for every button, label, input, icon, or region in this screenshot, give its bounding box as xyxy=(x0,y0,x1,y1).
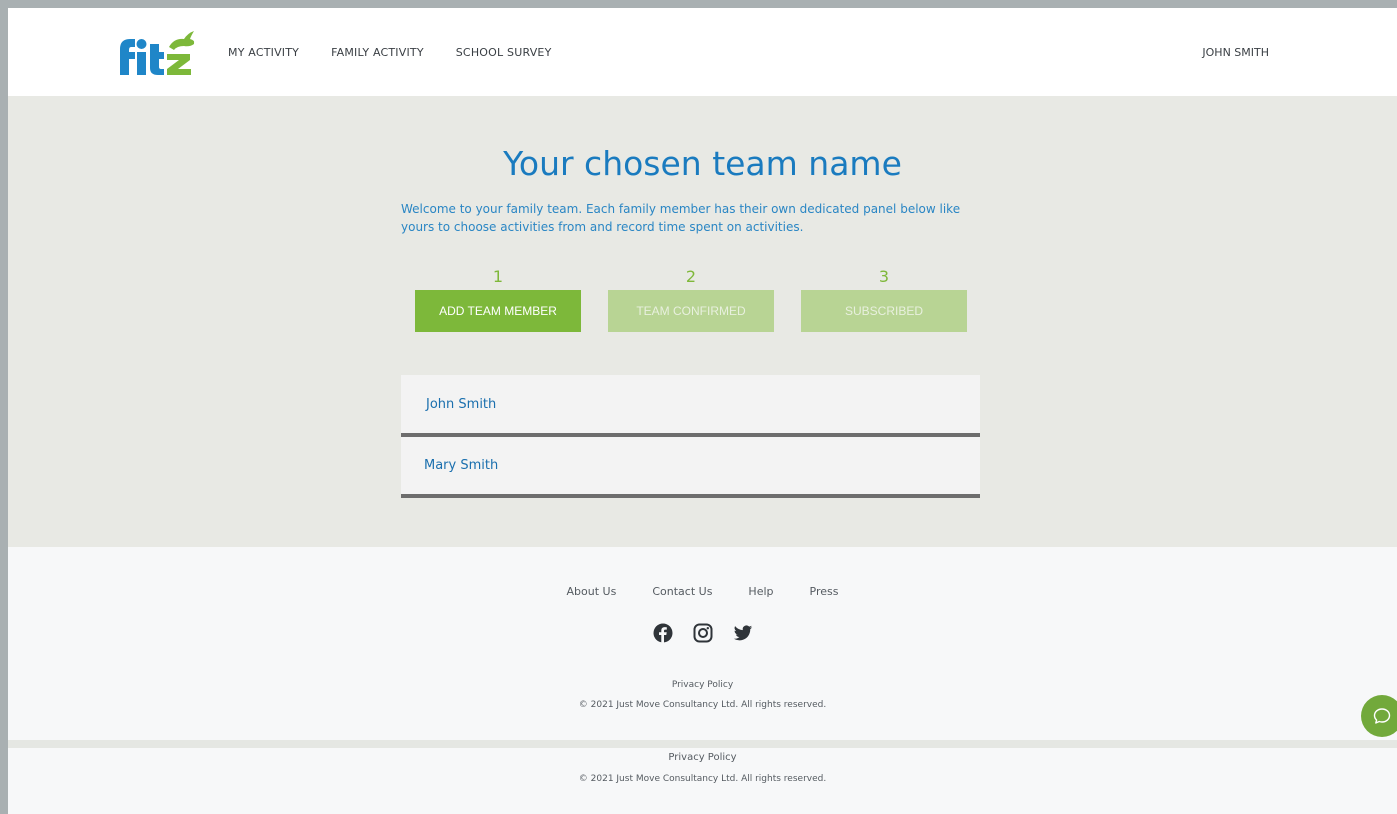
footer-privacy-link[interactable]: Privacy Policy xyxy=(8,680,1397,690)
add-team-member-button[interactable]: ADD TEAM MEMBER xyxy=(415,290,581,332)
bottom-footer: Privacy Policy © 2021 Just Move Consulta… xyxy=(8,748,1397,814)
social-links xyxy=(8,623,1397,643)
page-frame: MY ACTIVITY FAMILY ACTIVITY SCHOOL SURVE… xyxy=(0,0,1397,814)
main-nav: MY ACTIVITY FAMILY ACTIVITY SCHOOL SURVE… xyxy=(228,46,584,59)
step-number-1: 1 xyxy=(492,267,504,286)
intro-text: Welcome to your family team. Each family… xyxy=(401,202,961,234)
team-member-name: John Smith xyxy=(426,396,497,412)
footer-link-contact-us[interactable]: Contact Us xyxy=(652,585,712,598)
user-menu[interactable]: JOHN SMITH xyxy=(1202,46,1269,59)
facebook-icon[interactable] xyxy=(653,623,673,643)
footer-link-press[interactable]: Press xyxy=(810,585,839,598)
team-member-row[interactable]: Mary Smith xyxy=(401,437,980,498)
chat-button[interactable] xyxy=(1361,695,1397,737)
footer-link-about-us[interactable]: About Us xyxy=(567,585,617,598)
bottom-privacy-link[interactable]: Privacy Policy xyxy=(8,752,1397,763)
team-member-row[interactable]: John Smith xyxy=(401,375,980,437)
footer-link-help[interactable]: Help xyxy=(748,585,773,598)
team-member-name: Mary Smith xyxy=(424,458,499,473)
fitz-logo[interactable] xyxy=(114,27,198,77)
site-header: MY ACTIVITY FAMILY ACTIVITY SCHOOL SURVE… xyxy=(8,8,1397,96)
twitter-icon[interactable] xyxy=(733,623,753,643)
bottom-copyright: © 2021 Just Move Consultancy Ltd. All ri… xyxy=(578,774,827,784)
footer-links: About Us Contact Us Help Press xyxy=(8,585,1397,598)
team-confirmed-button[interactable]: TEAM CONFIRMED xyxy=(608,290,774,332)
subscribed-button[interactable]: SUBSCRIBED xyxy=(801,290,967,332)
chat-bubble-icon xyxy=(1373,708,1391,724)
team-section: Your chosen team name Welcome to your fa… xyxy=(8,96,1397,547)
footer-copyright: © 2021 Just Move Consultancy Ltd. All ri… xyxy=(578,700,827,710)
instagram-icon[interactable] xyxy=(693,623,713,643)
site-footer: About Us Contact Us Help Press Privacy P… xyxy=(8,547,1397,740)
step-number-2: 2 xyxy=(685,267,697,286)
nav-family-activity[interactable]: FAMILY ACTIVITY xyxy=(331,46,424,59)
footer-divider xyxy=(8,740,1397,748)
nav-school-survey[interactable]: SCHOOL SURVEY xyxy=(456,46,552,59)
step-number-3: 3 xyxy=(878,267,890,286)
nav-my-activity[interactable]: MY ACTIVITY xyxy=(228,46,299,59)
page-title: Your chosen team name xyxy=(503,144,902,183)
team-member-list: John Smith Mary Smith xyxy=(401,375,980,498)
fitz-logo-icon xyxy=(120,31,195,75)
